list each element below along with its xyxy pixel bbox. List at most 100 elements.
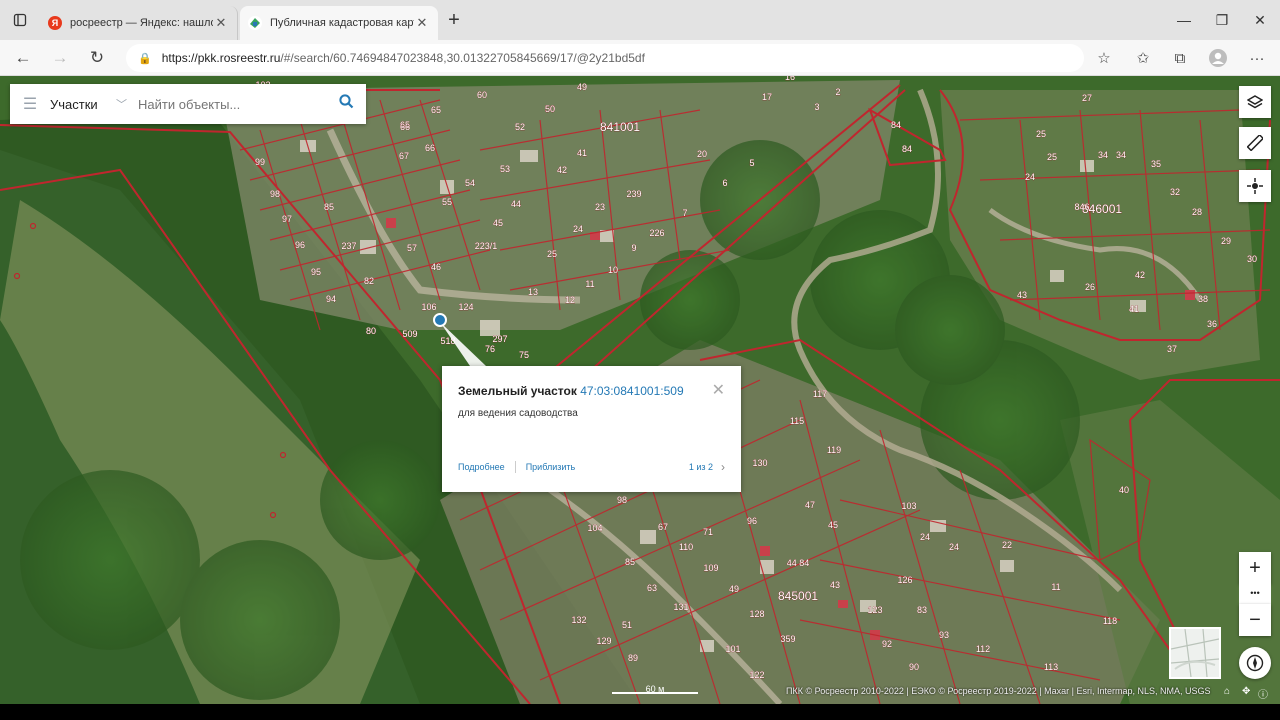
home-icon[interactable]: ⌂ [1224, 686, 1230, 697]
object-type: Земельный участок [458, 384, 577, 398]
parcel-info-popup: Земельный участок 47:03:0841001:509 для … [442, 366, 741, 492]
parcel-number-label: 84 [891, 120, 901, 130]
parcel-number-label: 103 [901, 501, 916, 511]
settings-icon[interactable]: ✥ [1242, 686, 1250, 697]
browser-tab-bar: Я росреестр — Яндекс: нашлось 2... ✕ Пуб… [0, 0, 1280, 40]
minimap-thumbnail[interactable] [1169, 627, 1221, 679]
reload-button[interactable]: ↻ [83, 44, 111, 72]
parcel-number-label: 95 [311, 267, 321, 277]
result-pager: 1 из 2 [688, 462, 713, 472]
parcel-number-label: 52 [515, 122, 525, 132]
parcel-number-label: 239 [626, 189, 641, 199]
parcel-number-label: 122 [749, 670, 764, 680]
parcel-number-label: 5 [749, 158, 754, 168]
search-input[interactable] [136, 95, 326, 113]
parcel-number-label: 54 [465, 178, 475, 188]
locate-button[interactable] [1239, 170, 1271, 202]
parcel-number-label: 2 [835, 87, 840, 97]
close-icon[interactable]: ✕ [712, 380, 725, 400]
menu-icon[interactable]: ☰ [10, 94, 50, 114]
parcel-number-label: 93 [939, 630, 949, 640]
pkk-favicon-icon [248, 16, 262, 30]
profile-avatar[interactable] [1204, 44, 1232, 72]
parcel-number-label: 96 [747, 516, 757, 526]
layers-button[interactable] [1239, 86, 1271, 118]
parcel-number-label: 9 [631, 243, 636, 253]
tab-yandex[interactable]: Я росреестр — Яндекс: нашлось 2... ✕ [40, 6, 238, 40]
measure-button[interactable] [1239, 127, 1271, 159]
search-icon[interactable] [326, 94, 366, 114]
chevron-down-icon[interactable]: ﹀ [116, 96, 136, 112]
zoom-out-button[interactable]: − [1239, 604, 1271, 636]
details-link[interactable]: Подробнее [458, 462, 505, 472]
more-button[interactable]: ••• [1239, 580, 1271, 606]
parcel-number-label: 47 [805, 500, 815, 510]
parcel-number-label: 84 [902, 144, 912, 154]
maximize-button[interactable]: ❐ [1202, 0, 1242, 40]
map-scale: 60 м [612, 684, 698, 698]
compass-button[interactable] [1239, 647, 1271, 679]
tab-pkk[interactable]: Публичная кадастровая карта ✕ [240, 6, 438, 40]
parcel-number-label: 28 [1192, 207, 1202, 217]
search-type-select[interactable]: Участки [50, 97, 116, 112]
collections-icon[interactable]: ⧉ [1166, 44, 1194, 72]
parcel-number-label: 110 [679, 542, 693, 552]
parcel-number-label: 846 [1074, 202, 1089, 212]
settings-more-icon[interactable]: ··· [1243, 44, 1271, 72]
tab-actions-icon[interactable] [0, 0, 40, 40]
ruler-icon [1247, 135, 1263, 151]
close-tab-icon[interactable]: ✕ [213, 15, 229, 31]
parcel-number-label: 23 [595, 202, 605, 212]
info-icon[interactable]: ⓘ [1258, 686, 1268, 701]
parcel-number-label: 94 [326, 294, 336, 304]
parcel-number-label: 13 [528, 287, 538, 297]
parcel-number-label: 53 [500, 164, 510, 174]
parcel-number-label: 50 [545, 104, 555, 114]
parcel-number-label: 98 [270, 189, 280, 199]
parcel-number-label: 20 [697, 149, 707, 159]
url-field[interactable]: 🔒 https://pkk.rosreestr.ru/#/search/60.7… [126, 44, 1084, 72]
parcel-number-label: 113 [1044, 662, 1058, 672]
parcel-number-label: 36 [1207, 319, 1217, 329]
parcel-number-label: 24 [920, 532, 930, 542]
zoom-to-link[interactable]: Приблизить [526, 462, 576, 472]
parcel-number-label: 46 [431, 262, 441, 272]
forward-button[interactable]: → [46, 44, 74, 72]
parcel-number-label: 26 [1085, 282, 1095, 292]
yandex-favicon-icon: Я [48, 16, 62, 30]
search-panel: ☰ Участки ﹀ [10, 84, 366, 124]
url-host: https://pkk.rosreestr.ru [161, 51, 281, 65]
close-window-button[interactable]: ✕ [1240, 0, 1280, 40]
parcel-number-label: 7 [682, 208, 687, 218]
parcel-number-label: 67 [399, 151, 409, 161]
parcel-number-label: 67 [658, 522, 668, 532]
parcel-number-label: 37 [1167, 344, 1177, 354]
close-tab-icon[interactable]: ✕ [414, 15, 430, 31]
cadastral-number-link[interactable]: 47:03:0841001:509 [580, 384, 683, 398]
parcel-number-label: 34 [1116, 150, 1126, 160]
parcel-number-label: 92 [882, 639, 892, 649]
minimize-button[interactable]: — [1164, 0, 1204, 40]
parcel-number-label: 117 [813, 389, 827, 399]
new-tab-button[interactable]: + [434, 0, 474, 40]
parcel-number-label: 97 [282, 214, 292, 224]
selected-parcel-marker[interactable] [433, 313, 447, 327]
parcel-number-label: 101 [725, 644, 740, 654]
parcel-number-label: 509 [402, 329, 417, 339]
parcel-number-label: 132 [571, 615, 586, 625]
parcel-number-label: 104 [587, 523, 602, 533]
favorites-icon[interactable]: ✩ [1129, 44, 1157, 72]
parcel-number-label: 226 [649, 228, 664, 238]
parcel-number-label: 98 [617, 495, 627, 505]
parcel-number-label: 40 [1119, 485, 1129, 495]
popup-header: Земельный участок 47:03:0841001:509 [458, 384, 725, 398]
parcel-number-label: 3 [814, 102, 819, 112]
parcel-number-label: 66 [425, 143, 435, 153]
parcel-number-label: 96 [295, 240, 305, 250]
tab-title: Публичная кадастровая карта [270, 17, 414, 29]
parcel-number-label: 223/1 [475, 241, 498, 251]
chevron-right-icon[interactable]: › [721, 460, 725, 474]
add-favorite-icon[interactable]: ☆ [1090, 44, 1118, 72]
address-bar: ← → ↻ 🔒 https://pkk.rosreestr.ru/#/searc… [0, 40, 1280, 76]
back-button[interactable]: ← [9, 44, 37, 72]
